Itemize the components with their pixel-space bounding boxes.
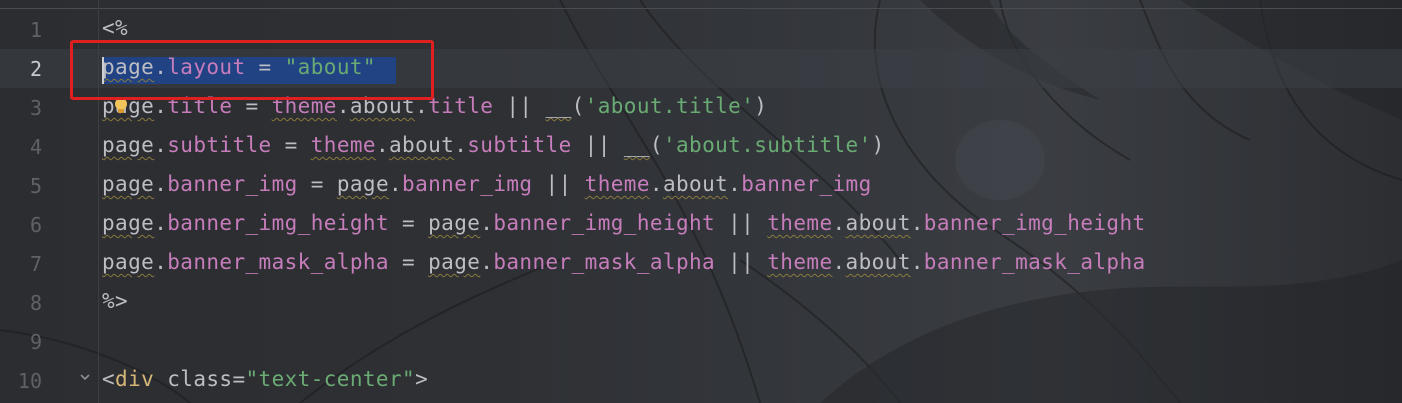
code-token: div	[115, 367, 155, 391]
code-token: "text-center"	[245, 367, 416, 391]
code-text[interactable]: page.banner_mask_alpha = page.banner_mas…	[102, 250, 1146, 274]
code-token: page	[336, 172, 389, 196]
code-token: =	[271, 133, 311, 157]
line-number: 4	[29, 135, 42, 159]
code-text[interactable]: page.banner_img = page.banner_img || the…	[102, 172, 872, 196]
line-number: 10	[17, 369, 42, 393]
code-line[interactable]: 7 page.banner_mask_alpha = page.banner_ma…	[0, 244, 1402, 283]
line-number: 3	[29, 96, 42, 120]
code-token: __	[623, 133, 650, 157]
code-token: .	[832, 211, 846, 235]
code-token: subtitle	[467, 133, 572, 157]
code-token: 'about.subtitle'	[662, 133, 872, 157]
code-token: page	[428, 250, 481, 274]
code-token: banner_mask_alpha	[923, 250, 1146, 274]
code-token: theme	[767, 250, 833, 274]
code-token: <%	[102, 16, 129, 40]
code-token: =	[297, 172, 337, 196]
code-token: (	[649, 133, 663, 157]
code-token: title	[428, 94, 494, 118]
code-token: page	[102, 211, 155, 235]
line-number: 2	[29, 57, 42, 81]
code-line[interactable]: 8 %>	[0, 283, 1402, 322]
code-token: .	[375, 133, 389, 157]
code-token: .	[649, 172, 663, 196]
code-token: page	[102, 133, 155, 157]
code-token: page	[428, 211, 481, 235]
code-token: .	[154, 172, 168, 196]
code-line[interactable]: 4 page.subtitle = theme.about.subtitle ||…	[0, 127, 1402, 166]
code-text[interactable]: page.banner_img_height = page.banner_img…	[102, 211, 1146, 235]
code-token: banner_img_height	[493, 211, 716, 235]
code-token: .	[154, 250, 168, 274]
code-token: theme	[310, 133, 376, 157]
code-token: .	[389, 172, 403, 196]
code-token: class	[167, 367, 233, 391]
line-number: 9	[29, 330, 42, 354]
code-token: about	[389, 133, 455, 157]
top-divider	[0, 8, 1402, 9]
highlight-annotation-box	[70, 40, 434, 100]
line-number: 5	[29, 174, 42, 198]
code-token: page	[102, 172, 155, 196]
code-token: ||	[493, 94, 546, 118]
code-line[interactable]: 9	[0, 322, 1402, 361]
code-token: .	[154, 211, 168, 235]
code-token: about	[845, 211, 911, 235]
code-token: about	[845, 250, 911, 274]
code-token: banner_img_height	[167, 211, 389, 235]
code-token: ||	[571, 133, 624, 157]
code-token: banner_img	[402, 172, 533, 196]
code-token: banner_img_height	[923, 211, 1146, 235]
code-text[interactable]: <div class="text-center">	[102, 367, 428, 391]
code-token: banner_mask_alpha	[167, 250, 389, 274]
code-line[interactable]: 10 <div class="text-center">	[0, 361, 1402, 400]
code-token: theme	[767, 211, 833, 235]
code-token: .	[832, 250, 846, 274]
line-number: 7	[29, 252, 42, 276]
line-number: 6	[29, 213, 42, 237]
code-line[interactable]: 6 page.banner_img_height = page.banner_im…	[0, 205, 1402, 244]
code-token: )	[754, 94, 768, 118]
code-token: =	[388, 211, 429, 235]
code-token: =	[388, 250, 429, 274]
code-token: banner_mask_alpha	[493, 250, 716, 274]
code-token: theme	[584, 172, 650, 196]
code-text[interactable]: %>	[102, 289, 128, 313]
code-token: ||	[715, 250, 768, 274]
code-editor[interactable]: 1 <% 2 page.layout = "about" 3 page.title = t…	[0, 0, 1402, 403]
code-token: banner_img	[741, 172, 872, 196]
fold-chevron-icon[interactable]	[79, 371, 91, 383]
code-token: .	[910, 211, 924, 235]
code-token: .	[454, 133, 468, 157]
code-line[interactable]: 5 page.banner_img = page.banner_img || th…	[0, 166, 1402, 205]
code-token: .	[480, 211, 494, 235]
code-token: about	[662, 172, 729, 196]
code-token: =	[232, 367, 246, 391]
code-token: ||	[715, 211, 768, 235]
code-token: %>	[102, 289, 129, 313]
code-token: >	[415, 367, 429, 391]
line-number: 1	[29, 18, 42, 42]
line-number: 8	[29, 291, 42, 315]
code-token: .	[910, 250, 924, 274]
code-token: .	[728, 172, 742, 196]
code-token: <	[102, 367, 116, 391]
code-token: __	[545, 94, 572, 118]
code-token: (	[571, 94, 585, 118]
code-token: )	[871, 133, 885, 157]
code-text[interactable]: page.subtitle = theme.about.subtitle || …	[102, 133, 885, 157]
code-token: page	[102, 250, 155, 274]
code-token: subtitle	[167, 133, 272, 157]
code-token: .	[154, 133, 168, 157]
code-text[interactable]: <%	[102, 16, 128, 40]
code-token: 'about.title'	[584, 94, 755, 118]
code-token: ||	[532, 172, 585, 196]
code-token: banner_img	[167, 172, 298, 196]
code-token: .	[480, 250, 494, 274]
